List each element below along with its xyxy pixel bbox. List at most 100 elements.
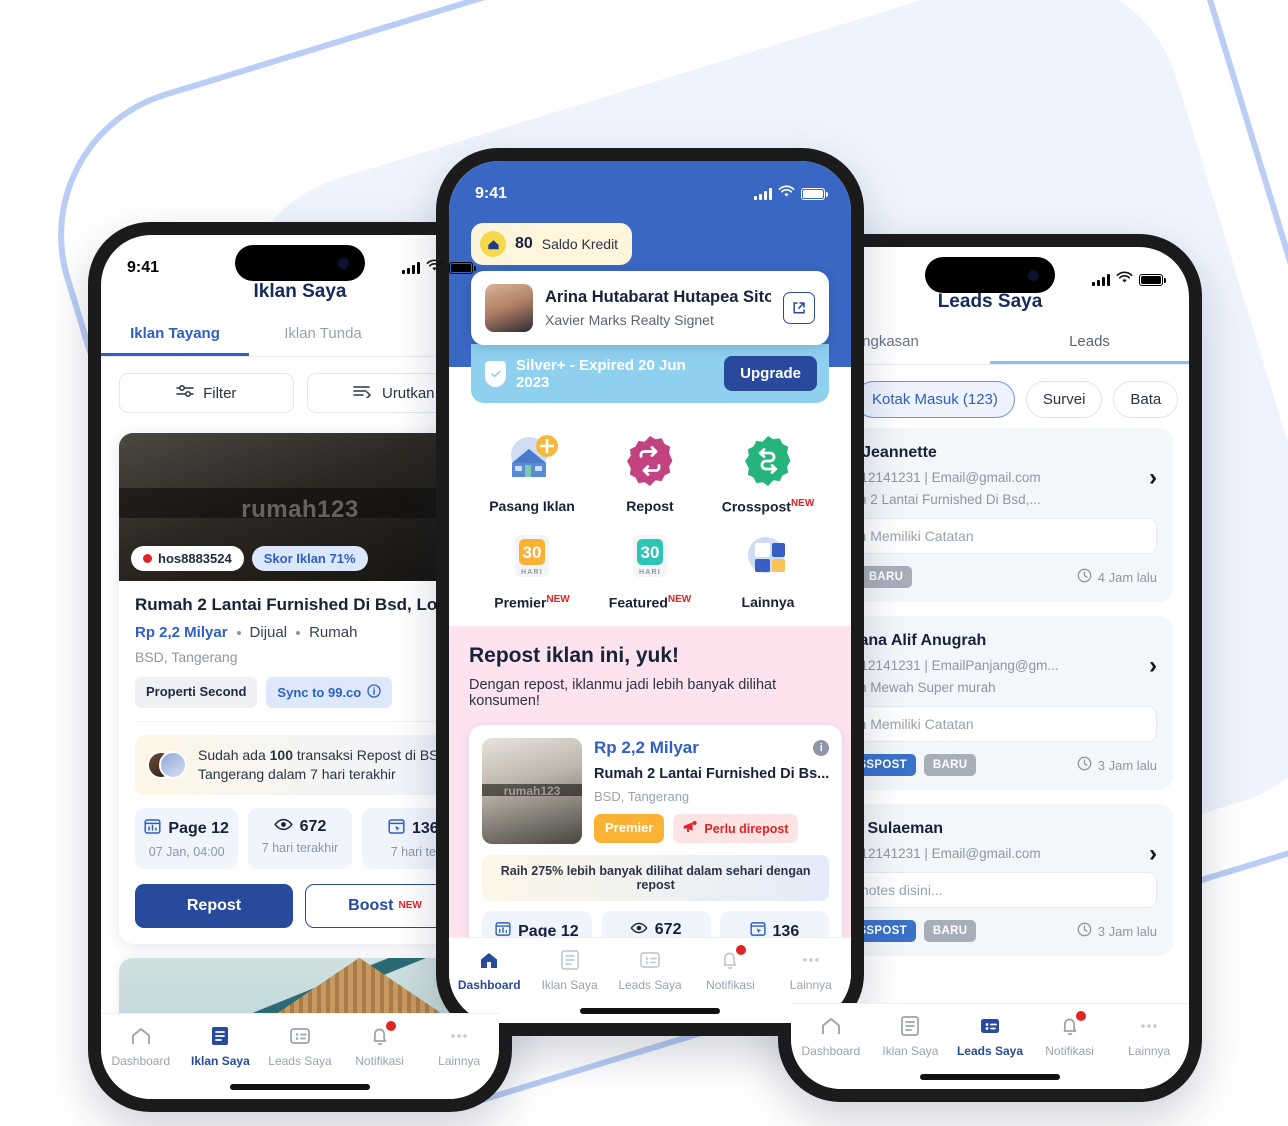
stat-views-value: 672 (299, 817, 327, 835)
chevron-right-icon[interactable]: › (1149, 840, 1157, 868)
lead-status-badge: BARU (923, 754, 977, 776)
clock-icon (1077, 922, 1092, 940)
lead-contact: 0821312141231 | EmailPanjang@gm... (823, 658, 1059, 673)
nav-lainnya[interactable]: Lainnya (1109, 1014, 1189, 1058)
repost-button[interactable]: Repost (135, 883, 293, 928)
photo-badges: hos8883524 Skor Iklan 71% (131, 546, 368, 571)
repost-social-proof: Sudah ada 100 transaksi Repost di BSD, T… (135, 735, 465, 795)
lead-note-input[interactable]: ulis notes disini... (823, 872, 1157, 908)
crosspost-icon (745, 436, 791, 486)
stat-page: Page 12 07 Jan, 04:00 (135, 807, 239, 869)
more-icon (447, 1024, 471, 1048)
featured-text: Featured (608, 594, 668, 611)
meta-sep-1 (236, 630, 241, 635)
info-icon[interactable]: i (813, 740, 830, 757)
tag-perlu-direpost-label: Perlu direpost (704, 821, 789, 836)
stat-views-top: 672 (254, 818, 345, 836)
nav-dashboard[interactable]: Dashboard (791, 1014, 871, 1058)
chip-batal[interactable]: Bata (1113, 381, 1179, 418)
repost-subheading: Dengan repost, iklanmu jadi lebih banyak… (469, 677, 777, 710)
stat-views-sub: 7 hari terakhir (261, 840, 339, 855)
nav-iklan-saya[interactable]: Iklan Saya (871, 1014, 951, 1058)
credit-amount: 80 (515, 235, 533, 252)
grid-icon (748, 536, 785, 573)
lead-name: Peter Sulaeman (823, 820, 944, 837)
tab-iklan-tayang[interactable]: Iklan Tayang (101, 325, 249, 356)
tab-iklan-tunda[interactable]: Iklan Tunda (249, 325, 397, 356)
listing-status: Dijual (249, 624, 288, 641)
featured-new-badge: NEW (667, 593, 692, 605)
action-featured[interactable]: 30 HARI FeaturedNEW (591, 529, 709, 611)
nav-notifikasi-label: Notifikasi (1045, 1044, 1094, 1058)
info-icon (367, 684, 381, 701)
nav-leads-saya[interactable]: Leads Saya (950, 1014, 1030, 1058)
tab-leads[interactable]: Leads (990, 333, 1189, 364)
chip-kotak-masuk[interactable]: Kotak Masuk (123) (855, 381, 1015, 418)
watermark: rumah123 (503, 784, 561, 799)
premier-new-badge: NEW (546, 593, 570, 605)
nav-notifikasi[interactable]: Notifikasi (340, 1021, 420, 1068)
battery-icon (449, 262, 476, 274)
repost-uplift-banner: Raih 275% lebih banyak dilihat dalam seh… (482, 855, 830, 902)
nav-lainnya[interactable]: Lainnya (419, 1024, 499, 1068)
nav-iklan-saya-label: Iklan Saya (541, 978, 598, 992)
nav-iklan-saya-label: Iklan Saya (882, 1044, 939, 1058)
action-repost[interactable]: Repost (591, 433, 709, 515)
contacts-icon (288, 1024, 312, 1048)
nav-leads-saya[interactable]: Leads Saya (610, 948, 690, 992)
premier-text: Premier (494, 594, 547, 611)
lead-time-text: 3 Jam lalu (1097, 923, 1157, 939)
nav-dashboard[interactable]: Dashboard (449, 948, 529, 992)
credit-label: Saldo Kredit (541, 236, 619, 252)
chevron-right-icon[interactable]: › (1149, 464, 1157, 492)
listing-price: Rp 2,2 Milyar (135, 624, 228, 641)
page-icon (144, 818, 161, 840)
nav-dashboard-label: Dashboard (457, 978, 521, 992)
chip-survei[interactable]: Survei (1025, 381, 1103, 418)
nav-leads-saya[interactable]: Leads Saya (260, 1024, 340, 1068)
nav-lainnya[interactable]: Lainnya (771, 948, 851, 992)
listing-id-badge: hos8883524 (131, 546, 244, 571)
nav-iklan-saya[interactable]: Iklan Saya (181, 1024, 261, 1068)
svg-text:30: 30 (523, 543, 542, 562)
action-crosspost-label: CrosspostNEW (722, 498, 815, 515)
click-icon (388, 818, 405, 840)
nav-notifikasi[interactable]: Notifikasi (690, 945, 770, 992)
nav-notifikasi[interactable]: Notifikasi (1030, 1011, 1110, 1058)
lead-property: Rumah 2 Lantai Furnished Di Bsd,... (823, 492, 1041, 507)
action-premier[interactable]: 30 HARI PremierNEW (473, 529, 591, 611)
stat-page-sub: 07 Jan, 04:00 (148, 844, 225, 859)
action-lainnya[interactable]: Lainnya (709, 529, 827, 611)
promo-composition: 9:41 Iklan Saya Iklan Tayang Iklan Tunda… (0, 0, 1288, 1126)
listing-title: Rumah 2 Lantai Furnished Di Bsd, Lok (135, 595, 447, 614)
nav-dashboard[interactable]: Dashboard (101, 1024, 181, 1068)
action-premier-label: PremierNEW (494, 594, 570, 611)
lead-status-badge: BARU (923, 920, 977, 942)
filter-button[interactable]: Filter (119, 373, 294, 413)
action-featured-label: FeaturedNEW (609, 594, 691, 611)
lead-footer: IL BARU 4 Jam lalu (823, 566, 1157, 588)
status-icons (754, 185, 828, 203)
action-crosspost[interactable]: CrosspostNEW (709, 433, 827, 515)
lead-note-input[interactable]: elum Memiliki Catatan (823, 706, 1157, 742)
nav-iklan-saya[interactable]: Iklan Saya (529, 948, 609, 992)
listing-card[interactable]: rumah123 hos8883524 Skor Iklan 71% Rumah… (119, 433, 481, 944)
lead-time: 4 Jam lalu (1077, 568, 1157, 586)
home-indicator-right (920, 1074, 1060, 1080)
status-icons (402, 259, 476, 277)
action-lainnya-label: Lainnya (741, 593, 795, 610)
tag-sync-99co[interactable]: Sync to 99.co (266, 677, 393, 708)
sort-icon (353, 384, 373, 402)
profile-card[interactable]: Arina Hutabarat Hutapea Sitompu... Xavie… (471, 271, 829, 345)
dynamic-island-left (235, 245, 365, 281)
shield-icon (485, 360, 507, 387)
action-pasang-iklan[interactable]: Pasang Iklan (473, 433, 591, 515)
listing-actions: Repost Boost NEW (135, 883, 465, 928)
upgrade-button[interactable]: Upgrade (724, 356, 817, 391)
status-time: 9:41 (475, 185, 508, 202)
wifi-icon (1116, 271, 1133, 289)
list-icon (208, 1024, 232, 1048)
boost-new-badge: NEW (398, 900, 422, 912)
lead-note-input[interactable]: elum Memiliki Catatan (823, 518, 1157, 554)
chevron-right-icon[interactable]: › (1149, 652, 1157, 680)
